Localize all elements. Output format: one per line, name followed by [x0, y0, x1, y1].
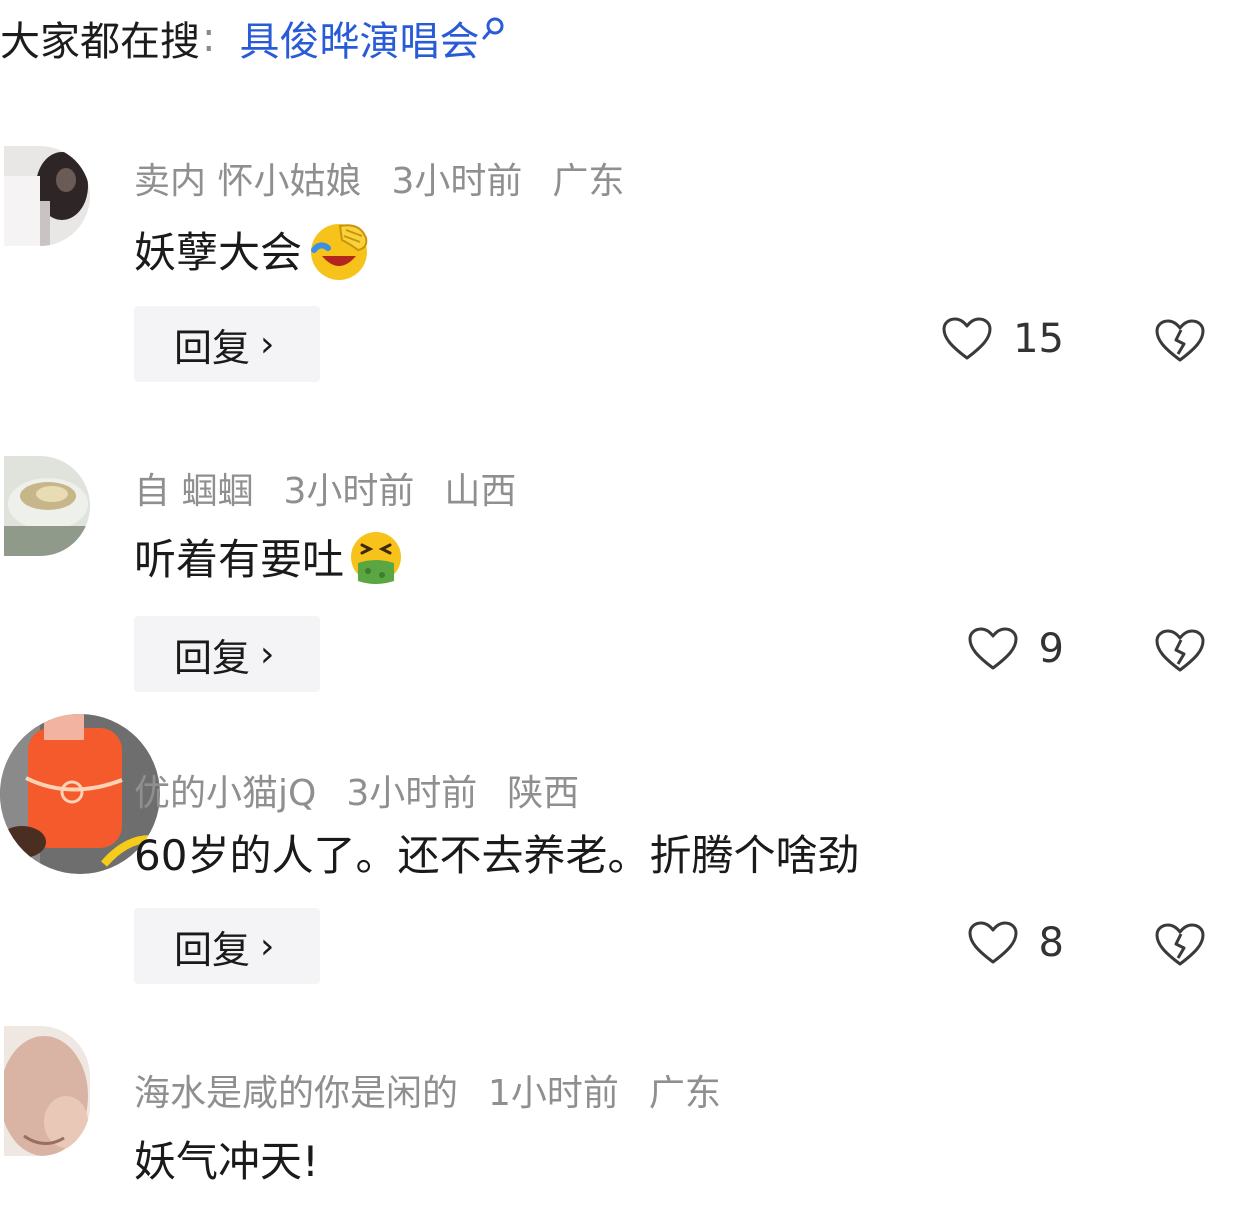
comment-username[interactable]: 海水是咸的你是闲的	[134, 1073, 458, 1114]
comment-text: 妖气冲天!	[134, 1137, 319, 1186]
search-prefix-label: 大家都在搜	[0, 19, 200, 65]
broken-heart-icon[interactable]	[1154, 922, 1206, 968]
broken-heart-icon[interactable]	[1154, 628, 1206, 674]
vomiting-face-emoji	[351, 531, 402, 584]
comment-meta: 海水是咸的你是闲的 1小时前 广东	[134, 1064, 751, 1116]
comment-location: 陕西	[507, 773, 580, 814]
avatar[interactable]	[4, 146, 90, 246]
reply-button[interactable]: 回复 ›	[134, 616, 320, 692]
reply-button[interactable]: 回复 ›	[134, 306, 320, 382]
comment-content: 听着有要吐	[134, 526, 404, 587]
like-group: 9	[967, 626, 1064, 672]
comment-username[interactable]: 卖内 怀小姑娘	[134, 161, 361, 202]
comment-time: 3小时前	[391, 161, 523, 202]
chevron-right-icon: ›	[260, 925, 275, 967]
comment-item: 卖内 怀小姑娘 3小时前 广东 妖孽大会 回复 › 15	[0, 146, 1260, 446]
chevron-right-icon: ›	[260, 633, 275, 675]
comment-meta: 卖内 怀小姑娘 3小时前 广东	[134, 152, 654, 204]
comment-location: 山西	[444, 471, 517, 512]
comment-page: 大家都在搜 : 具俊晔演唱会 卖内 怀小姑娘 3小时前 广东 妖孽大会 回复 ›…	[0, 0, 1260, 1212]
chevron-right-icon: ›	[260, 323, 275, 365]
heart-icon[interactable]	[967, 920, 1019, 966]
search-icon[interactable]	[481, 16, 507, 42]
reply-label: 回复	[174, 325, 251, 370]
comment-username[interactable]: 自 蝈蝈	[134, 471, 253, 512]
trending-search-bar: 大家都在搜 : 具俊晔演唱会	[0, 10, 507, 66]
comment-time: 3小时前	[346, 773, 478, 814]
comment-content: 60岁的人了。还不去养老。折腾个啥劲	[134, 822, 859, 883]
reply-label: 回复	[174, 635, 251, 680]
heart-icon[interactable]	[967, 626, 1019, 672]
comment-item: 优的小猫jQ 3小时前 陕西 60岁的人了。还不去养老。折腾个啥劲 回复 › 8	[0, 714, 1260, 1014]
broken-heart-icon[interactable]	[1154, 318, 1206, 364]
comment-item: 海水是咸的你是闲的 1小时前 广东 妖气冲天!	[0, 1026, 1260, 1212]
face-palm-laughing-emoji	[311, 224, 368, 280]
like-group: 8	[967, 920, 1064, 966]
trending-search-link[interactable]: 具俊晔演唱会	[239, 9, 479, 67]
avatar[interactable]	[4, 456, 90, 556]
comment-text: 妖孽大会	[134, 227, 303, 277]
heart-icon[interactable]	[941, 316, 993, 362]
avatar[interactable]	[4, 1026, 90, 1156]
comment-text: 60岁的人了。还不去养老。折腾个啥劲	[134, 831, 860, 880]
like-count: 8	[1038, 920, 1064, 966]
comment-meta: 优的小猫jQ 3小时前 陕西	[134, 764, 609, 816]
reply-label: 回复	[174, 927, 251, 972]
comment-location: 广东	[648, 1073, 721, 1114]
like-group: 15	[941, 316, 1064, 362]
comment-time: 3小时前	[283, 471, 415, 512]
search-separator: :	[202, 15, 216, 61]
like-count: 15	[1013, 316, 1064, 362]
like-count: 9	[1038, 626, 1064, 672]
comment-content: 妖气冲天!	[134, 1128, 319, 1189]
comment-location: 广东	[552, 161, 625, 202]
comment-username[interactable]: 优的小猫jQ	[134, 773, 316, 814]
reply-button[interactable]: 回复 ›	[134, 908, 320, 984]
comment-text: 听着有要吐	[134, 535, 345, 584]
comment-item: 自 蝈蝈 3小时前 山西 听着有要吐 回复 › 9	[0, 456, 1260, 756]
comment-time: 1小时前	[488, 1073, 619, 1114]
comment-meta: 自 蝈蝈 3小时前 山西	[134, 462, 546, 514]
comment-content: 妖孽大会	[134, 216, 372, 282]
